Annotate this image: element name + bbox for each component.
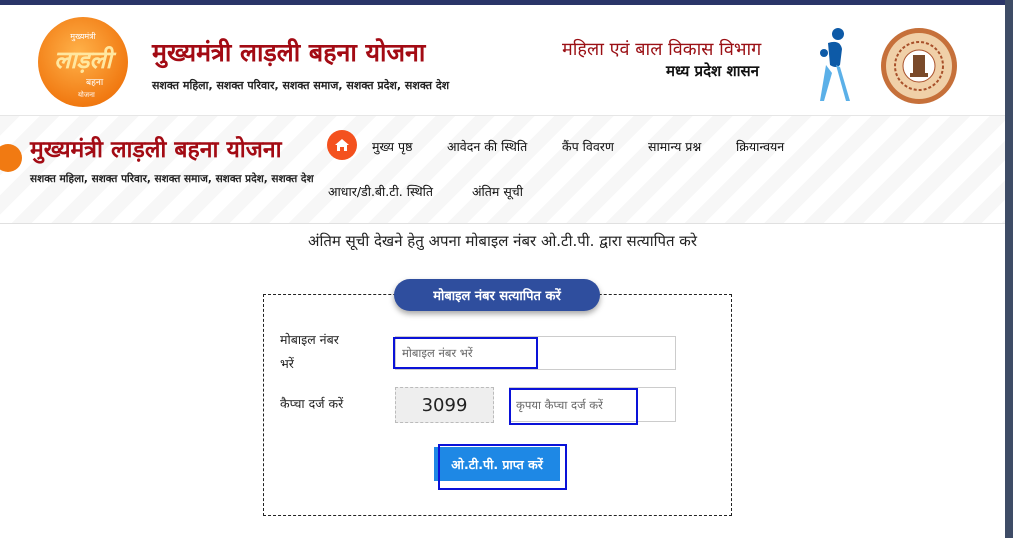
form-legend: मोबाइल नंबर सत्यापित करें [394,279,600,311]
captcha-input[interactable] [509,387,676,422]
nav-item-camp-details[interactable]: कैंप विवरण [562,138,614,155]
department-figure-icon [820,28,850,101]
get-otp-button[interactable]: ओ.टी.पी. प्राप्त करें [434,447,560,481]
captcha-label: कैप्चा दर्ज करें [280,396,344,411]
page-instruction: अंतिम सूची देखने हेतु अपना मोबाइल नंबर ओ… [308,232,697,250]
nav-site-title[interactable]: मुख्यमंत्री लाड़ली बहना योजना [30,132,282,164]
home-icon [335,139,349,151]
nav-tagline: सशक्त महिला, सशक्त परिवार, सशक्त समाज, स… [30,173,314,185]
logo-text-2: लाड़ली [54,46,112,74]
mp-government-seal-icon [881,28,957,104]
nav-item-aadhaar-dbt-status[interactable]: आधार/डी.बी.टी. स्थिति [328,183,433,200]
window-scroll-edge [1005,0,1013,538]
government-name: मध्य प्रदेश शासन [666,62,760,80]
nav-item-faq[interactable]: सामान्य प्रश्न [648,138,701,155]
nav-logo-icon[interactable] [0,144,22,172]
nav-item-implementation[interactable]: क्रियान्वयन [736,138,784,155]
mobile-number-input[interactable] [395,336,676,370]
nav-item-home[interactable]: मुख्य पृष्ठ [372,138,412,155]
department-name: महिला एवं बाल विकास विभाग [562,39,762,60]
mobile-label-line2: भरें [280,356,294,371]
site-header: मुख्यमंत्री लाड़ली बहना योजना मुख्यमंत्र… [0,5,1005,115]
logo-text-1: मुख्यमंत्री [70,32,96,41]
mobile-label: मोबाइल नंबर भरें [280,328,339,376]
site-title: मुख्यमंत्री लाड़ली बहना योजना [152,38,426,67]
ladli-behna-logo[interactable]: मुख्यमंत्री लाड़ली बहना योजना [38,17,128,107]
captcha-image: 3099 [395,387,494,423]
home-button[interactable] [327,130,357,160]
logo-text-4: योजना [78,91,95,99]
site-tagline: सशक्त महिला, सशक्त परिवार, सशक्त समाज, स… [152,79,450,92]
nav-item-application-status[interactable]: आवेदन की स्थिति [447,138,527,155]
main-navigation: मुख्यमंत्री लाड़ली बहना योजना सशक्त महिल… [0,115,1005,224]
nav-item-final-list[interactable]: अंतिम सूची [472,183,523,200]
mobile-label-line1: मोबाइल नंबर [280,332,339,347]
logo-text-3: बहना [86,78,104,88]
